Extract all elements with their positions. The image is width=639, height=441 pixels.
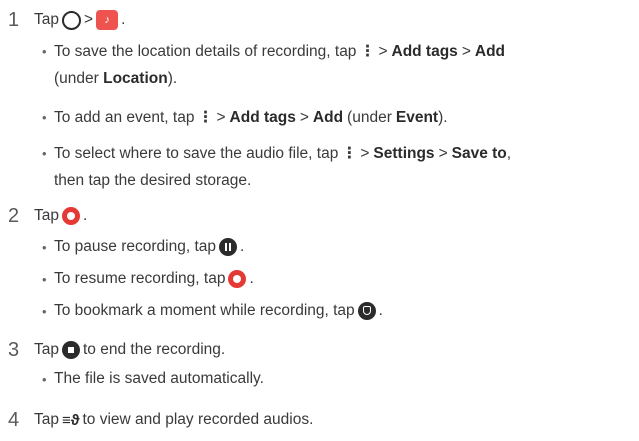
bullet-resume: • To resume recording, tap . [42, 270, 637, 288]
step-text: Tap [34, 341, 59, 358]
step-text: to view and play recorded audios. [82, 411, 314, 428]
record-icon [228, 270, 247, 288]
add-label: Add [474, 42, 506, 60]
more-options-icon: ⋮ [359, 43, 376, 60]
add-label: Add [312, 108, 344, 126]
more-options-icon: ⋮ [197, 109, 214, 126]
step-2: 2 Tap . [8, 202, 87, 230]
bullet-pause: • To pause recording, tap . [42, 238, 637, 256]
separator: > [299, 108, 309, 126]
bullet-event: • To add an event, tap ⋮ > Add tags > Ad… [42, 108, 637, 127]
bullet-text: To resume recording, tap [54, 270, 226, 287]
bullet-text: , [506, 144, 512, 162]
separator: > [461, 42, 471, 60]
bullet-text: . [378, 302, 383, 319]
step-1: 1 Tap > ♪ . [8, 6, 125, 34]
step-text: Tap [34, 11, 59, 28]
separator: > [360, 144, 370, 162]
bullet-location: • To save the location details of record… [42, 42, 637, 61]
step-end: . [83, 207, 88, 224]
stop-icon [62, 341, 80, 359]
step-end: . [121, 11, 126, 28]
step-number: 4 [8, 408, 20, 431]
bullet-text: To add an event, tap [54, 108, 195, 126]
separator: > [216, 108, 226, 126]
bookmark-icon [357, 302, 376, 320]
location-label: Location [103, 70, 168, 87]
separator: > [84, 11, 94, 28]
bullet-text: The file is saved automatically. [54, 370, 264, 387]
bullet-text: . [249, 270, 254, 287]
add-tags-label: Add tags [229, 108, 296, 126]
record-icon [62, 207, 80, 225]
voice-recorder-app-icon: ♪ [96, 10, 119, 30]
bullet-text: . [240, 238, 245, 255]
bullet-text: ). [167, 70, 178, 87]
step-3: 3 Tap to end the recording. [8, 336, 225, 364]
bullet-dot-icon: • [42, 239, 47, 255]
bullet-location-continued: (under Location). [54, 70, 177, 88]
bullet-text: To bookmark a moment while recording, ta… [54, 302, 355, 319]
bullet-text: To select where to save the audio file, … [54, 144, 339, 162]
bullet-dot-icon: • [42, 303, 47, 319]
step-text: Tap [34, 411, 59, 428]
settings-label: Settings [373, 144, 435, 162]
bullet-dot-icon: • [42, 371, 47, 387]
bullet-bookmark: • To bookmark a moment while recording, … [42, 302, 637, 320]
bullet-save-location-continued: then tap the desired storage. [54, 172, 251, 190]
pause-icon [219, 238, 237, 256]
step-number: 2 [8, 204, 20, 227]
more-options-icon: ⋮ [341, 145, 358, 162]
bullet-auto-save: • The file is saved automatically. [42, 370, 637, 388]
bullet-text: then tap the desired storage. [54, 172, 252, 189]
step-number: 3 [8, 338, 20, 361]
step-number: 1 [8, 8, 20, 31]
add-tags-label: Add tags [391, 42, 458, 60]
event-label: Event [395, 108, 439, 126]
separator: > [438, 144, 448, 162]
home-icon [62, 10, 81, 30]
save-to-label: Save to [451, 144, 507, 162]
step-text: Tap [34, 207, 59, 224]
bullet-dot-icon: • [42, 271, 47, 287]
bullet-text: (under [54, 70, 99, 87]
bullet-text: ). [438, 108, 448, 126]
bullet-dot-icon: • [42, 110, 47, 125]
separator: > [378, 42, 388, 60]
bullet-text: To pause recording, tap [54, 238, 216, 255]
bullet-dot-icon: • [42, 44, 47, 59]
bullet-text: To save the location details of recordin… [54, 42, 357, 60]
bullet-text: (under [347, 108, 392, 126]
bullet-dot-icon: • [42, 146, 47, 161]
recordings-list-icon: ≡ϑ [62, 411, 80, 429]
bullet-save-location: • To select where to save the audio file… [42, 144, 637, 163]
step-4: 4 Tap ≡ϑ to view and play recorded audio… [8, 406, 313, 434]
step-text: to end the recording. [83, 341, 226, 358]
